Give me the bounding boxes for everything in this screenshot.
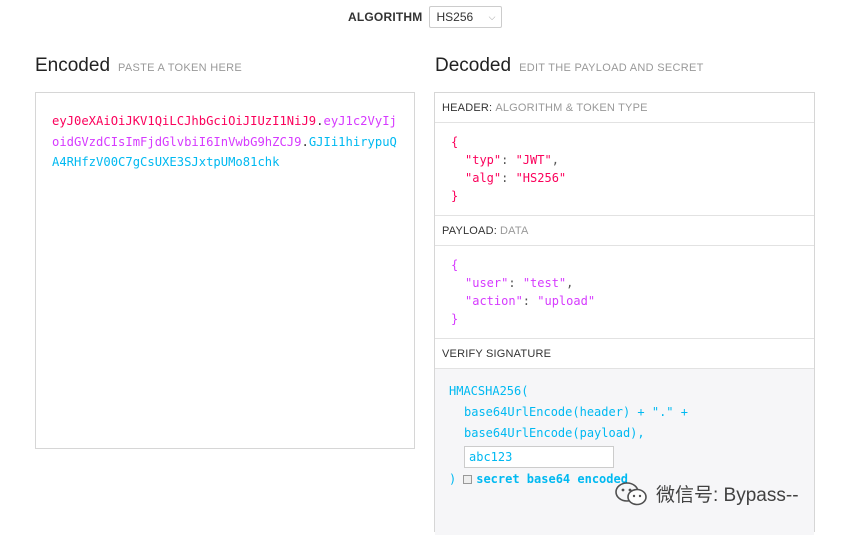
json-close-brace: } (451, 312, 459, 326)
json-open-brace: { (451, 258, 459, 272)
json-line: "alg": "HS256" (465, 171, 567, 185)
decoded-panels: HEADER: ALGORITHM & TOKEN TYPE { "typ": … (434, 92, 815, 535)
decoded-heading: Decoded EDIT THE PAYLOAD AND SECRET (435, 55, 704, 77)
header-json-editor[interactable]: { "typ": "JWT", "alg": "HS256" } (435, 123, 814, 216)
verify-panel-label: VERIFY SIGNATURE (442, 347, 552, 360)
hmac-header-line: base64UrlEncode(header) + "." + (464, 405, 688, 419)
verify-signature-body: HMACSHA256( base64UrlEncode(header) + ".… (435, 369, 814, 535)
json-line: "action": "upload" (465, 294, 596, 308)
watermark-text: 微信号: Bypass-- (656, 485, 799, 506)
secret-input[interactable]: abc123 (464, 446, 614, 468)
token-header-part: eyJ0eXAiOiJKV1QiLCJhbGciOiJIUzI1NiJ9 (52, 114, 317, 128)
payload-panel-label: PAYLOAD: (442, 224, 497, 237)
hmac-function-line: HMACSHA256( (449, 384, 529, 398)
algorithm-dropdown[interactable]: HS256 ⌵ (429, 6, 503, 28)
hmac-payload-line: base64UrlEncode(payload), (464, 426, 645, 440)
verify-panel-title: VERIFY SIGNATURE (435, 339, 814, 369)
payload-panel-subtitle: DATA (500, 224, 529, 237)
token-dot: . (301, 134, 309, 149)
token-dot: . (316, 114, 324, 128)
secret-base64-label: secret base64 encoded (476, 472, 628, 486)
hmac-close-paren: ) (449, 472, 457, 486)
chevron-down-icon: ⌵ (488, 11, 496, 22)
payload-panel-title: PAYLOAD: DATA (435, 216, 814, 246)
encoded-heading: Encoded PASTE A TOKEN HERE (35, 55, 242, 77)
json-open-brace: { (451, 135, 459, 149)
header-panel-label: HEADER: (442, 101, 493, 114)
payload-json-editor[interactable]: { "user": "test", "action": "upload" } (435, 246, 814, 339)
decoded-subtitle: EDIT THE PAYLOAD AND SECRET (519, 62, 704, 74)
encoded-subtitle: PASTE A TOKEN HERE (118, 62, 243, 74)
algorithm-label: ALGORITHM (348, 10, 423, 24)
json-close-brace: } (451, 189, 459, 203)
json-line: "user": "test", (465, 276, 574, 290)
header-panel-title: HEADER: ALGORITHM & TOKEN TYPE (435, 93, 814, 123)
wechat-watermark: 微信号: Bypass-- (614, 480, 799, 507)
header-panel-subtitle: ALGORITHM & TOKEN TYPE (495, 101, 648, 114)
decoded-title: Decoded (435, 55, 512, 76)
algorithm-selector: ALGORITHM HS256 ⌵ (348, 5, 503, 29)
base64-encoded-checkbox[interactable] (463, 475, 473, 484)
algorithm-selected-value: HS256 (436, 10, 474, 24)
json-line: "typ": "JWT", (465, 153, 559, 167)
encoded-title: Encoded (35, 55, 111, 76)
wechat-icon (615, 481, 647, 505)
encoded-token-input[interactable]: eyJ0eXAiOiJKV1QiLCJhbGciOiJIUzI1NiJ9.eyJ… (35, 92, 415, 449)
